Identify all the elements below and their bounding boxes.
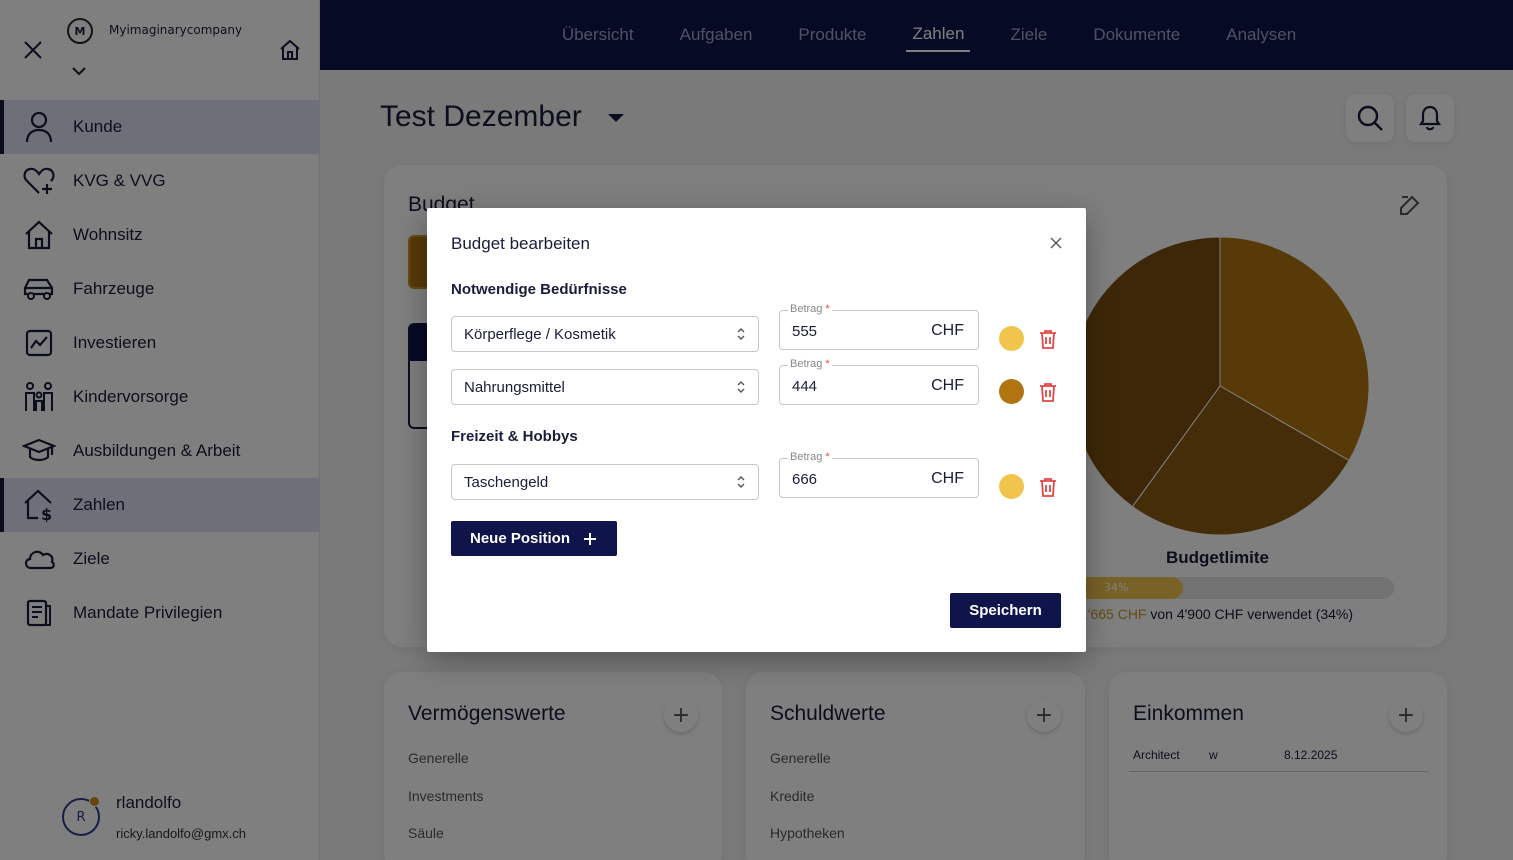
select-arrows-icon xyxy=(737,381,745,393)
category-value: Nahrungsmittel xyxy=(464,379,565,396)
section-title: Freizeit & Hobbys xyxy=(451,428,578,445)
section-title: Notwendige Bedürfnisse xyxy=(451,281,627,298)
required-mark: * xyxy=(825,451,830,463)
add-position-label: Neue Position xyxy=(469,530,570,547)
amount-label: Betrag * xyxy=(788,451,832,463)
amount-label: Betrag * xyxy=(788,358,832,370)
color-swatch[interactable] xyxy=(999,326,1024,351)
plus-icon xyxy=(584,532,596,545)
currency-label: CHF xyxy=(931,322,964,339)
add-position-button[interactable]: Neue Position xyxy=(451,521,617,556)
color-swatch[interactable] xyxy=(999,474,1024,499)
required-mark: * xyxy=(825,303,830,315)
save-button[interactable]: Speichern xyxy=(950,593,1061,628)
category-value: Körperflege / Kosmetik xyxy=(464,326,616,343)
amount-label-text: Betrag xyxy=(790,451,823,463)
amount-field[interactable]: Betrag * 444 CHF xyxy=(779,358,979,405)
trash-icon[interactable] xyxy=(1037,381,1059,403)
category-value: Taschengeld xyxy=(464,474,549,491)
budget-edit-dialog: Budget bearbeiten Notwendige Bedürfnisse… xyxy=(427,208,1086,652)
required-mark: * xyxy=(825,358,830,370)
amount-field[interactable]: Betrag * 666 CHF xyxy=(779,451,979,498)
amount-value: 444 xyxy=(792,378,818,395)
amount-label: Betrag * xyxy=(788,303,832,315)
currency-label: CHF xyxy=(931,470,964,487)
select-arrows-icon xyxy=(737,476,745,488)
category-select[interactable]: Körperflege / Kosmetik xyxy=(451,316,759,352)
color-swatch[interactable] xyxy=(999,379,1024,404)
amount-value: 555 xyxy=(792,323,818,340)
category-select[interactable]: Taschengeld xyxy=(451,464,759,500)
trash-icon[interactable] xyxy=(1037,476,1059,498)
dialog-title: Budget bearbeiten xyxy=(451,234,590,253)
select-arrows-icon xyxy=(737,328,745,340)
amount-label-text: Betrag xyxy=(790,358,823,370)
category-select[interactable]: Nahrungsmittel xyxy=(451,369,759,405)
currency-label: CHF xyxy=(931,377,964,394)
trash-icon[interactable] xyxy=(1037,328,1059,350)
close-icon[interactable] xyxy=(1047,234,1065,252)
amount-label-text: Betrag xyxy=(790,303,823,315)
amount-value: 666 xyxy=(792,471,818,488)
amount-field[interactable]: Betrag * 555 CHF xyxy=(779,303,979,350)
